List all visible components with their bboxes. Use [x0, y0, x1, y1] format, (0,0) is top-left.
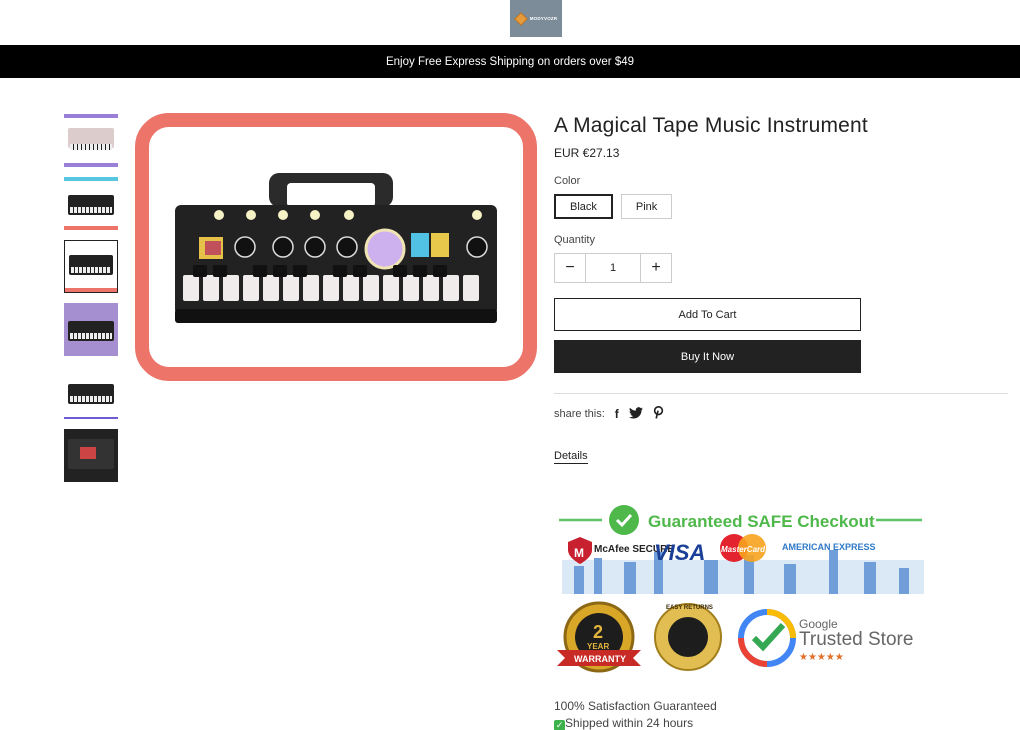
- warranty-ribbon: WARRANTY: [574, 654, 626, 664]
- product-main-image[interactable]: [135, 113, 537, 381]
- thumbnail-list: [64, 114, 121, 492]
- thumbnail-1[interactable]: [64, 114, 118, 167]
- thumbnail-2[interactable]: [64, 177, 118, 230]
- facebook-icon[interactable]: f: [615, 407, 619, 421]
- announcement-text: Enjoy Free Express Shipping on orders ov…: [385, 55, 635, 68]
- product-price: EUR €27.13: [554, 146, 620, 160]
- color-option-black[interactable]: Black: [554, 194, 613, 219]
- color-label: Color: [554, 175, 581, 187]
- thumbnail-4[interactable]: [64, 303, 118, 356]
- trust-badges-image: Guaranteed SAFE Checkout M McAfee SECURE…: [554, 500, 934, 685]
- warranty-year-label: YEAR: [587, 642, 609, 651]
- quantity-stepper: − 1 +: [554, 253, 672, 283]
- thumbnail-5[interactable]: [64, 366, 118, 419]
- color-options: Black Pink: [554, 194, 1008, 219]
- guarantee-shipping-row: ✓ Shipped within 24 hours: [554, 715, 717, 730]
- share-label: share this:: [554, 408, 605, 420]
- rating-stars: ★★★★★: [799, 652, 844, 663]
- announcement-bar: Enjoy Free Express Shipping on orders ov…: [0, 45, 1020, 78]
- product-info: A Magical Tape Music Instrument EUR €27.…: [554, 113, 1008, 464]
- pinterest-icon[interactable]: [653, 405, 664, 422]
- product-title: A Magical Tape Music Instrument: [554, 114, 868, 137]
- twitter-icon[interactable]: [628, 406, 643, 422]
- divider: [554, 393, 1008, 394]
- easy-returns-label: EASY RETURNS: [666, 605, 713, 611]
- logo-cube-icon: [513, 11, 528, 26]
- thumbnail-6[interactable]: [64, 429, 118, 482]
- trusted-store-label: Trusted Store: [799, 629, 913, 650]
- guarantee-list: 100% Satisfaction Guaranteed ✓ Shipped wi…: [554, 698, 717, 730]
- synth-illustration: [175, 173, 497, 323]
- amex-logo: AMERICAN EXPRESS: [782, 542, 876, 552]
- guarantee-shipping: Shipped within 24 hours: [565, 716, 694, 730]
- color-option-pink[interactable]: Pink: [620, 194, 673, 219]
- thumbnail-3[interactable]: [64, 240, 118, 293]
- store-logo[interactable]: MODYVOZR: [510, 0, 562, 37]
- svg-text:M: M: [574, 546, 584, 560]
- mastercard-logo: MasterCard: [721, 545, 766, 554]
- quantity-input[interactable]: 1: [585, 254, 641, 282]
- trust-headline: Guaranteed SAFE Checkout: [648, 512, 875, 531]
- buy-it-now-button[interactable]: Buy It Now: [554, 340, 861, 373]
- check-icon: ✓: [554, 720, 565, 730]
- share-bar: share this: f: [554, 405, 1008, 422]
- quantity-decrement-button[interactable]: −: [555, 254, 585, 282]
- add-to-cart-button[interactable]: Add To Cart: [554, 298, 861, 331]
- logo-text: MODYVOZR: [529, 16, 558, 21]
- guarantee-satisfaction: 100% Satisfaction Guaranteed: [554, 699, 717, 713]
- warranty-years: 2: [593, 622, 603, 642]
- quantity-increment-button[interactable]: +: [641, 254, 671, 282]
- details-tab[interactable]: Details: [554, 450, 588, 464]
- visa-logo: VISA: [654, 540, 705, 565]
- quantity-label: Quantity: [554, 234, 595, 246]
